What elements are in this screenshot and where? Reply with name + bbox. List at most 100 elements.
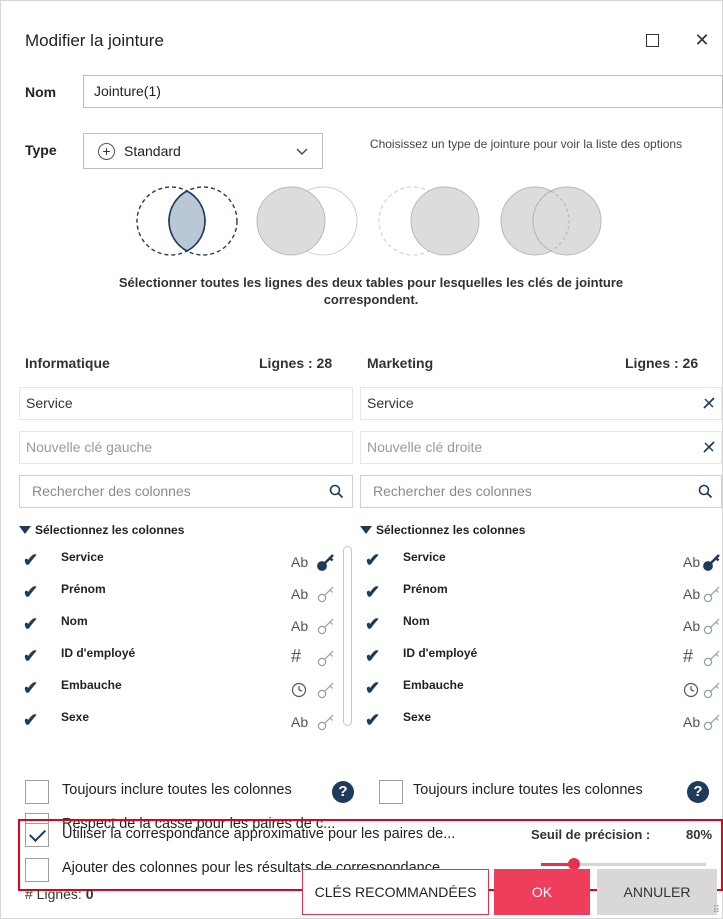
key-icon[interactable]: [703, 553, 721, 571]
close-icon[interactable]: ✕: [691, 29, 713, 51]
key-icon[interactable]: [317, 617, 335, 635]
right-column-list: ✔ Service Ab ✔ Prénom Ab ✔ Nom Ab ✔ ID d'employé # ✔…: [363, 544, 721, 736]
column-row[interactable]: ✔ Prénom Ab: [21, 576, 341, 608]
column-type: Ab: [683, 618, 701, 634]
ok-button[interactable]: OK: [494, 869, 590, 915]
left-select-columns-label: Sélectionnez les colonnes: [35, 523, 185, 537]
search-icon: [329, 484, 344, 499]
check-icon[interactable]: ✔: [23, 614, 38, 635]
column-name: Sexe: [403, 710, 432, 724]
column-row[interactable]: ✔ ID d'employé #: [363, 640, 721, 672]
join-dialog: Modifier la jointure ✕ Nom Jointure(1) T…: [0, 0, 723, 919]
check-icon[interactable]: ✔: [23, 678, 38, 699]
recommended-keys-button[interactable]: CLÉS RECOMMANDÉES: [302, 869, 489, 915]
outer-join-icon[interactable]: [497, 181, 605, 261]
column-type: Ab: [291, 618, 309, 634]
rows-count-label: # Lignes:: [25, 886, 82, 902]
clock-icon: [683, 682, 699, 701]
help-icon[interactable]: ?: [687, 781, 709, 803]
rows-count-value: 0: [85, 886, 94, 902]
key-icon[interactable]: [703, 617, 721, 635]
left-column-list: ✔ Service Ab ✔ Prénom Ab ✔ Nom Ab ✔ ID d'employé # ✔…: [21, 544, 341, 736]
check-icon[interactable]: ✔: [23, 646, 38, 667]
column-row[interactable]: ✔ Prénom Ab: [363, 576, 721, 608]
key-icon[interactable]: [317, 681, 335, 699]
right-key-field[interactable]: Service: [360, 387, 722, 420]
check-icon[interactable]: ✔: [365, 614, 380, 635]
column-row[interactable]: ✔ Sexe Ab: [21, 704, 341, 736]
check-icon[interactable]: ✔: [365, 550, 380, 571]
check-icon[interactable]: ✔: [365, 646, 380, 667]
right-always-include-label: Toujours inclure toutes les colonnes: [413, 782, 643, 798]
column-row[interactable]: ✔ Nom Ab: [363, 608, 721, 640]
right-search-input[interactable]: Rechercher des colonnes: [360, 475, 722, 508]
key-icon[interactable]: [317, 649, 335, 667]
threshold-slider[interactable]: [541, 858, 706, 870]
column-name: ID d'employé: [61, 646, 136, 660]
left-always-include-checkbox[interactable]: [25, 780, 49, 804]
column-row[interactable]: ✔ ID d'employé #: [21, 640, 341, 672]
left-column-scrollbar[interactable]: [343, 546, 352, 726]
key-icon[interactable]: [317, 553, 335, 571]
column-row[interactable]: ✔ Nom Ab: [21, 608, 341, 640]
right-select-columns-label: Sélectionnez les colonnes: [376, 523, 526, 537]
key-icon[interactable]: [703, 681, 721, 699]
column-type: #: [683, 646, 694, 666]
triangle-down-icon: [19, 526, 31, 534]
name-label: Nom: [25, 84, 57, 100]
threshold-label: Seuil de précision :: [531, 827, 651, 842]
maximize-button[interactable]: [641, 29, 663, 51]
key-icon[interactable]: [703, 585, 721, 603]
join-description: Sélectionner toutes les lignes des deux …: [118, 275, 624, 307]
key-icon[interactable]: [317, 713, 335, 731]
column-name: Embauche: [61, 678, 122, 692]
maximize-icon: [646, 34, 659, 47]
cancel-button[interactable]: ANNULER: [597, 869, 717, 915]
column-name: Embauche: [403, 678, 464, 692]
resize-grip-icon[interactable]: ⠿: [713, 905, 720, 916]
chevron-down-icon: [296, 148, 308, 155]
column-row[interactable]: ✔ Sexe Ab: [363, 704, 721, 736]
right-search-placeholder: Rechercher des colonnes: [373, 483, 532, 499]
unlink-icon[interactable]: [701, 395, 717, 411]
column-row[interactable]: ✔ Embauche: [363, 672, 721, 704]
column-type: Ab: [683, 714, 701, 730]
column-type: Ab: [683, 554, 701, 570]
key-icon[interactable]: [317, 585, 335, 603]
check-icon[interactable]: ✔: [23, 582, 38, 603]
column-name: Nom: [403, 614, 430, 628]
add-match-columns-checkbox[interactable]: [25, 858, 49, 882]
check-icon[interactable]: ✔: [365, 582, 380, 603]
check-icon[interactable]: ✔: [23, 550, 38, 571]
right-select-columns-toggle[interactable]: Sélectionnez les colonnes: [360, 523, 525, 537]
search-icon: [698, 484, 713, 499]
key-icon[interactable]: [703, 713, 721, 731]
new-right-key-field[interactable]: Nouvelle clé droite: [360, 431, 722, 464]
check-icon[interactable]: ✔: [365, 710, 380, 731]
column-row[interactable]: ✔ Embauche: [21, 672, 341, 704]
check-icon[interactable]: ✔: [365, 678, 380, 699]
name-input[interactable]: Jointure(1): [83, 75, 723, 108]
left-search-input[interactable]: Rechercher des colonnes: [19, 475, 353, 508]
column-row[interactable]: ✔ Service Ab: [21, 544, 341, 576]
triangle-down-icon: [360, 526, 372, 534]
key-icon[interactable]: [703, 649, 721, 667]
right-always-include-checkbox[interactable]: [379, 780, 403, 804]
check-icon[interactable]: ✔: [23, 710, 38, 731]
help-icon[interactable]: ?: [332, 781, 354, 803]
left-key-field[interactable]: Service: [19, 387, 353, 420]
type-select[interactable]: + Standard: [83, 133, 323, 169]
left-search-placeholder: Rechercher des colonnes: [32, 483, 191, 499]
left-join-icon[interactable]: [253, 181, 361, 261]
column-type: Ab: [683, 586, 701, 602]
rows-count: # Lignes: 0: [25, 886, 94, 902]
type-select-value: Standard: [124, 143, 181, 159]
column-row[interactable]: ✔ Service Ab: [363, 544, 721, 576]
inner-join-icon[interactable]: [133, 181, 241, 261]
right-join-icon[interactable]: [375, 181, 483, 261]
left-select-columns-toggle[interactable]: Sélectionnez les colonnes: [19, 523, 184, 537]
column-type: Ab: [291, 586, 309, 602]
unlink-icon[interactable]: [701, 439, 717, 455]
new-left-key-field[interactable]: Nouvelle clé gauche: [19, 431, 353, 464]
fuzzy-match-checkbox[interactable]: [25, 823, 49, 847]
